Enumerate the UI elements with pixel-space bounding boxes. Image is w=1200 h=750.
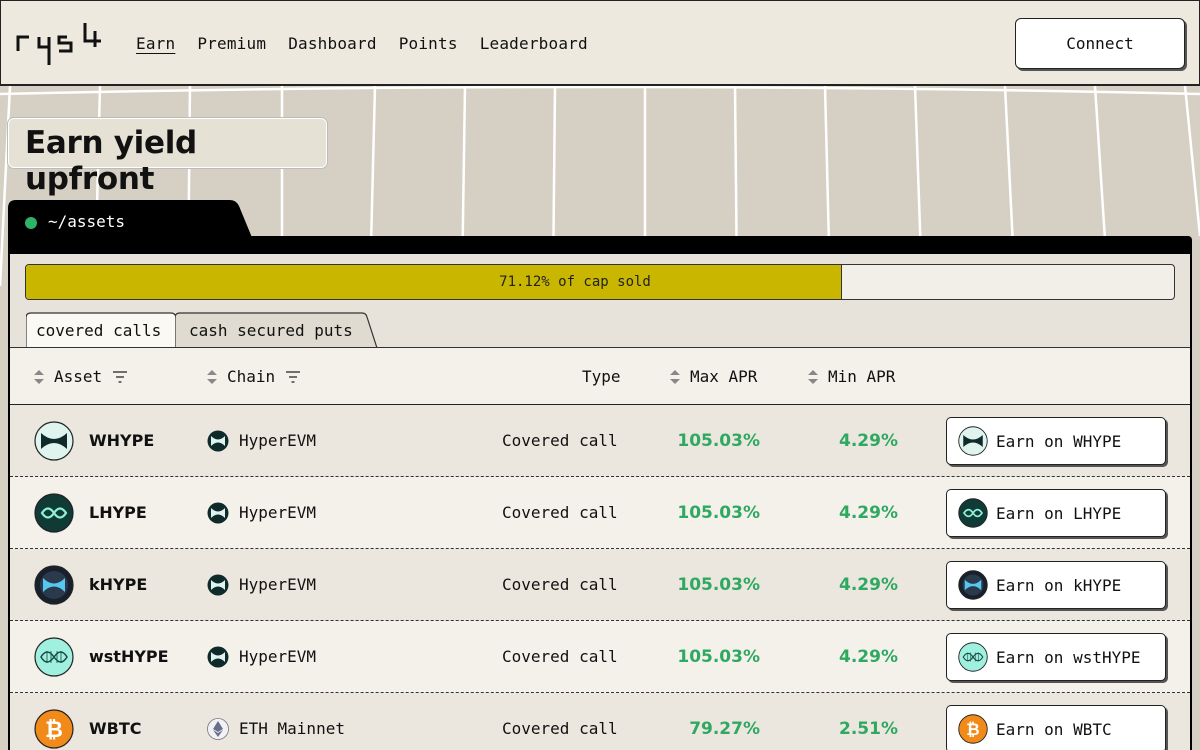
- min-apr-value: 4.29%: [839, 503, 898, 523]
- table-row: wstHYPE HyperEVM Covered call 105.03% 4.…: [10, 621, 1190, 693]
- min-apr-value: 4.29%: [839, 575, 898, 595]
- column-type-label: Type: [582, 367, 621, 386]
- option-type: Covered call: [502, 719, 618, 738]
- assets-table: Asset Chain Type Max APR Min APR WHYPE H…: [10, 347, 1190, 750]
- column-chain[interactable]: Chain: [206, 367, 301, 386]
- column-min-apr-label: Min APR: [828, 367, 896, 386]
- chain-name: HyperEVM: [239, 503, 317, 522]
- main-nav: Earn Premium Dashboard Points Leaderboar…: [136, 34, 610, 53]
- tab-covered-calls[interactable]: covered calls: [26, 312, 182, 348]
- whype-icon: [958, 426, 988, 456]
- page-title: Earn yield upfront: [25, 125, 197, 197]
- max-apr-value: 105.03%: [677, 431, 760, 451]
- whype-icon: [34, 421, 74, 461]
- min-apr-value: 2.51%: [839, 719, 898, 739]
- filter-icon[interactable]: [112, 370, 128, 384]
- hyperevm-icon: [207, 430, 229, 452]
- lhype-icon: [958, 498, 988, 528]
- earn-button-label: Earn on kHYPE: [996, 576, 1122, 595]
- column-asset[interactable]: Asset: [33, 367, 128, 386]
- earn-button[interactable]: Earn on WHYPE: [946, 417, 1166, 465]
- terminal-path: ~/assets: [48, 212, 126, 231]
- table-row: LHYPE HyperEVM Covered call 105.03% 4.29…: [10, 477, 1190, 549]
- chain-name: ETH Mainnet: [239, 719, 345, 738]
- lhype-icon: [34, 493, 74, 533]
- earn-button[interactable]: Earn on WBTC: [946, 705, 1166, 750]
- connect-wallet-button[interactable]: Connect: [1015, 18, 1185, 69]
- asset-name: LHYPE: [89, 503, 147, 522]
- sort-icon[interactable]: [807, 368, 819, 386]
- table-row: WHYPE HyperEVM Covered call 105.03% 4.29…: [10, 405, 1190, 477]
- terminal-header-bar: [8, 236, 1192, 256]
- hero-banner: Earn yield upfront: [8, 118, 327, 197]
- option-type: Covered call: [502, 503, 618, 522]
- nav-points[interactable]: Points: [399, 34, 458, 53]
- wsthype-icon: [958, 642, 988, 672]
- khype-icon: [34, 565, 74, 605]
- tab-cash-secured-puts-label: cash secured puts: [189, 321, 353, 340]
- terminal-tab: [8, 200, 253, 240]
- earn-button[interactable]: Earn on LHYPE: [946, 489, 1166, 537]
- max-apr-value: 105.03%: [677, 503, 760, 523]
- nav-premium[interactable]: Premium: [197, 34, 266, 53]
- max-apr-value: 105.03%: [677, 575, 760, 595]
- column-type: Type: [582, 367, 621, 386]
- asset-name: kHYPE: [89, 575, 148, 594]
- tab-covered-calls-label: covered calls: [36, 321, 162, 340]
- table-row: kHYPE HyperEVM Covered call 105.03% 4.29…: [10, 549, 1190, 621]
- ethereum-icon: [207, 718, 229, 740]
- filter-icon[interactable]: [285, 370, 301, 384]
- earn-button-label: Earn on wstHYPE: [996, 648, 1141, 667]
- option-type: Covered call: [502, 431, 618, 450]
- bitcoin-icon: [34, 709, 74, 749]
- column-asset-label: Asset: [54, 367, 103, 386]
- earn-button[interactable]: Earn on wstHYPE: [946, 633, 1166, 681]
- earn-button-label: Earn on LHYPE: [996, 504, 1122, 523]
- chain-name: HyperEVM: [239, 575, 317, 594]
- column-max-apr[interactable]: Max APR: [669, 367, 757, 386]
- status-dot: [25, 217, 37, 229]
- max-apr-value: 105.03%: [677, 647, 760, 667]
- asset-name: WBTC: [89, 719, 142, 738]
- max-apr-value: 79.27%: [689, 719, 760, 739]
- asset-name: WHYPE: [89, 431, 155, 450]
- earn-button[interactable]: Earn on kHYPE: [946, 561, 1166, 609]
- table-header: Asset Chain Type Max APR Min APR: [10, 348, 1190, 405]
- khype-icon: [958, 570, 988, 600]
- table-row: WBTC ETH Mainnet Covered call 79.27% 2.5…: [10, 693, 1190, 750]
- tab-cash-secured-puts[interactable]: cash secured puts: [175, 312, 380, 348]
- nav-leaderboard[interactable]: Leaderboard: [480, 34, 588, 53]
- cap-progress-label: 71.12% of cap sold: [499, 274, 651, 290]
- column-min-apr[interactable]: Min APR: [807, 367, 895, 386]
- sort-icon[interactable]: [33, 368, 45, 386]
- option-type: Covered call: [502, 647, 618, 666]
- option-type: Covered call: [502, 575, 618, 594]
- bitcoin-icon: [958, 714, 988, 744]
- hyperevm-icon: [207, 646, 229, 668]
- hyperevm-icon: [207, 502, 229, 524]
- earn-button-label: Earn on WHYPE: [996, 432, 1122, 451]
- chain-name: HyperEVM: [239, 647, 317, 666]
- hyperevm-icon: [207, 574, 229, 596]
- asset-name: wstHYPE: [89, 647, 169, 666]
- cap-progress-bar: 71.12% of cap sold: [25, 264, 1175, 300]
- sort-icon[interactable]: [669, 368, 681, 386]
- earn-button-label: Earn on WBTC: [996, 720, 1112, 739]
- min-apr-value: 4.29%: [839, 431, 898, 451]
- top-navbar: Earn Premium Dashboard Points Leaderboar…: [0, 0, 1200, 86]
- nav-earn[interactable]: Earn: [136, 34, 175, 53]
- min-apr-value: 4.29%: [839, 647, 898, 667]
- rysk-logo[interactable]: [15, 17, 107, 69]
- chain-name: HyperEVM: [239, 431, 317, 450]
- column-chain-label: Chain: [227, 367, 276, 386]
- sort-icon[interactable]: [206, 368, 218, 386]
- nav-dashboard[interactable]: Dashboard: [288, 34, 377, 53]
- column-max-apr-label: Max APR: [690, 367, 758, 386]
- wsthype-icon: [34, 637, 74, 677]
